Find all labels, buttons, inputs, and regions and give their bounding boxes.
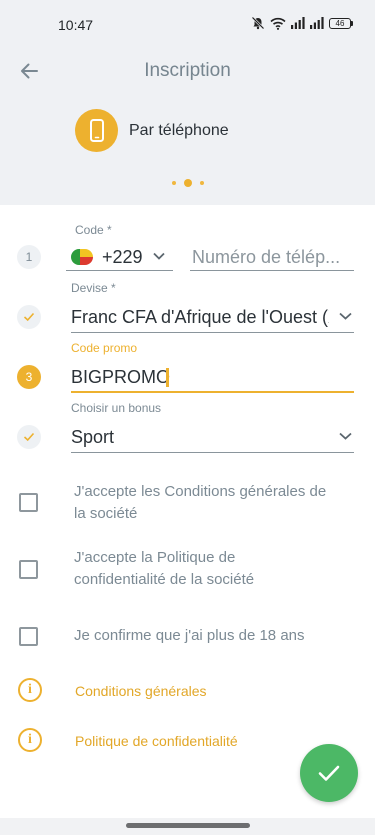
benin-flag-icon [71,249,93,265]
phone-input[interactable]: Numéro de télép... [192,247,354,268]
step-3-indicator: 3 [17,365,41,389]
step-2-done [17,305,41,329]
page-dot-active [183,179,192,187]
privacy-checkbox[interactable] [19,560,38,579]
privacy-agreement-text[interactable]: J'accepte la Politique de confidentialit… [74,547,254,591]
wifi-icon [270,17,286,30]
step-1-indicator: 1 [17,245,41,269]
page-indicator [0,179,375,187]
status-icons: 46 [251,16,353,30]
privacy-link[interactable]: Politique de confidentialité [75,733,238,749]
status-bar: 10:47 46 [0,0,375,48]
check-icon [23,312,35,322]
country-code-value: +229 [102,247,143,267]
bonus-select[interactable]: Sport [71,427,114,448]
chevron-down-icon[interactable] [339,312,352,320]
terms-agreement-text[interactable]: J'accepte les Conditions générales de la… [74,481,326,525]
battery-icon: 46 [329,17,353,29]
mute-icon [251,16,265,30]
status-time: 10:47 [58,17,94,33]
chevron-down-icon[interactable] [339,432,352,440]
currency-underline [71,332,354,333]
privacy-line-2: confidentialité de la société [74,571,255,588]
country-code-selector[interactable] [66,270,173,271]
method-icon-circle [75,109,118,152]
age-line: Je confirme que j'ai plus de 18 ans [74,627,305,644]
terms-link[interactable]: Conditions générales [75,683,207,699]
chevron-down-icon[interactable] [153,252,165,260]
privacy-line-1: J'accepte la Politique de [74,549,236,566]
page-dot [171,181,176,185]
method-label: Par téléphone [129,121,229,139]
info-icon: i [18,728,42,752]
phone-icon [89,119,104,142]
age-checkbox[interactable] [19,627,38,646]
phone-input-underline [190,270,354,271]
battery-level: 46 [329,17,351,29]
currency-select[interactable]: Franc CFA d'Afrique de l'Ouest (X [71,307,329,328]
code-label: Code * [75,223,112,237]
info-icon: i [18,678,42,702]
terms-checkbox[interactable] [19,493,38,512]
check-icon [318,765,340,781]
home-indicator[interactable] [126,823,250,828]
page-title: Inscription [144,60,231,81]
text-cursor [166,368,169,387]
promo-code-input[interactable]: BIGPROMO [71,367,170,388]
promo-code-underline [71,391,354,393]
bonus-label: Choisir un bonus [71,401,162,415]
step-4-done [17,425,41,449]
age-confirmation-text[interactable]: Je confirme que j'ai plus de 18 ans [74,625,305,647]
check-icon [23,432,35,442]
promo-code-label: Code promo [71,341,138,355]
page-dot [199,181,204,185]
terms-line-2: la société [74,505,138,522]
signal-icon [310,17,324,29]
confirm-button[interactable] [300,744,358,802]
terms-line-1: J'accepte les Conditions générales de [74,483,327,500]
currency-label: Devise * [71,281,116,295]
registration-method[interactable]: Par téléphone [75,109,229,152]
bonus-underline [71,452,354,453]
signal-icon [291,17,305,29]
